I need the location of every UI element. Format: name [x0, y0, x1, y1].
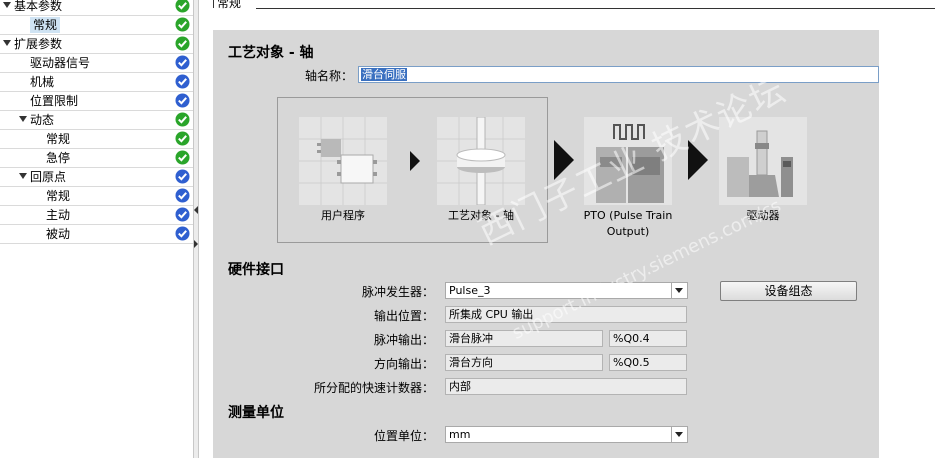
- direction-output-field: 滑台方向: [445, 354, 603, 371]
- section-divider: [256, 8, 935, 9]
- position-unit-label: 位置单位：: [373, 429, 434, 443]
- diagram-caption: 驱动器: [746, 209, 780, 222]
- position-unit-select[interactable]: mm: [445, 426, 688, 443]
- check-status-icon: [175, 169, 190, 184]
- tree-item-label: 回原点: [30, 170, 67, 184]
- pulse-generator-label: 脉冲发生器：: [361, 285, 434, 299]
- direction-output-address: %Q0.5: [609, 354, 687, 371]
- position-unit-value: mm: [449, 428, 471, 441]
- hardware-heading: 硬件接口: [228, 262, 284, 278]
- diagram-caption: 工艺对象 - 轴: [448, 209, 514, 222]
- check-status-icon: [175, 55, 190, 70]
- check-status-icon: [175, 150, 190, 165]
- tree-item[interactable]: 急停: [0, 149, 193, 168]
- tree-item-label: 常规: [46, 132, 71, 146]
- section-title: 常规: [215, 0, 244, 11]
- chevron-down-icon[interactable]: [671, 283, 687, 298]
- settings-panel: 工艺对象 - 轴 轴名称： 滑台伺服 用户程序 工艺对象 - 轴 PTO (Pu…: [213, 30, 879, 458]
- expand-right-icon[interactable]: [194, 240, 198, 248]
- axis-name-value: 滑台伺服: [361, 68, 407, 81]
- expand-arrow-icon[interactable]: [19, 173, 27, 179]
- pulse-output-label: 脉冲输出：: [373, 333, 434, 347]
- arrow-right-icon: [688, 140, 708, 180]
- tree-item[interactable]: 被动: [0, 225, 193, 244]
- chevron-down-icon[interactable]: [671, 427, 687, 442]
- tree-item-label: 机械: [30, 75, 55, 89]
- tree-item-label: 位置限制: [30, 94, 79, 108]
- tree-item[interactable]: 常规: [0, 130, 193, 149]
- check-status-icon: [175, 17, 190, 32]
- expand-arrow-icon[interactable]: [3, 2, 11, 8]
- check-status-icon: [175, 226, 190, 241]
- parameter-tree: 基本参数 常规 扩展参数 驱动器信号 机械 位置限制 动态 常规 急停 回原点 常规 主动 被动: [0, 0, 193, 458]
- expand-arrow-icon[interactable]: [3, 40, 11, 46]
- collapse-left-icon[interactable]: [194, 206, 198, 214]
- tree-item[interactable]: 常规: [0, 16, 193, 35]
- pulse-output-field: 滑台脉冲: [445, 330, 603, 347]
- tree-item[interactable]: 驱动器信号: [0, 54, 193, 73]
- tree-item[interactable]: 回原点: [0, 168, 193, 187]
- content-area: 常规 工艺对象 - 轴 轴名称： 滑台伺服 用户程序 工艺对象 - 轴 PTO …: [199, 0, 935, 458]
- drive-icon: [719, 117, 807, 205]
- fast-counter-label: 所分配的快速计数器：: [313, 381, 434, 395]
- axis-name-input[interactable]: 滑台伺服: [358, 66, 879, 83]
- section-divider: [213, 0, 214, 8]
- tree-item[interactable]: 动态: [0, 111, 193, 130]
- arrow-right-icon: [554, 140, 574, 180]
- tree-item[interactable]: 常规: [0, 187, 193, 206]
- tech-object-heading: 工艺对象 - 轴: [228, 45, 314, 61]
- tree-item-label: 常规: [30, 17, 61, 33]
- check-status-icon: [175, 93, 190, 108]
- tree-item-label: 基本参数: [14, 0, 63, 13]
- direction-output-label: 方向输出：: [373, 357, 434, 371]
- device-config-button[interactable]: 设备组态: [720, 281, 857, 301]
- check-status-icon: [175, 0, 190, 13]
- tree-item-label: 急停: [46, 151, 71, 165]
- tree-item[interactable]: 主动: [0, 206, 193, 225]
- check-status-icon: [175, 188, 190, 203]
- diagram-caption: PTO (Pulse Train Output): [583, 209, 673, 238]
- check-status-icon: [175, 112, 190, 127]
- units-heading: 测量单位: [228, 405, 284, 421]
- pto-module-icon: [584, 117, 672, 205]
- tree-item-label: 被动: [46, 227, 71, 241]
- tree-item-label: 常规: [46, 189, 71, 203]
- check-status-icon: [175, 74, 190, 89]
- check-status-icon: [175, 36, 190, 51]
- diagram-caption: 用户程序: [321, 209, 365, 222]
- pulse-generator-value: Pulse_3: [449, 284, 491, 297]
- tree-item[interactable]: 机械: [0, 73, 193, 92]
- pulse-generator-select[interactable]: Pulse_3: [445, 282, 688, 299]
- expand-arrow-icon[interactable]: [19, 116, 27, 122]
- user-program-icon: [299, 117, 387, 205]
- fast-counter-field: 内部: [445, 378, 687, 395]
- tree-item[interactable]: 扩展参数: [0, 35, 193, 54]
- tree-item[interactable]: 基本参数: [0, 0, 193, 16]
- output-location-field: 所集成 CPU 输出: [445, 306, 687, 323]
- tree-item-label: 动态: [30, 113, 55, 127]
- check-status-icon: [175, 207, 190, 222]
- tree-item-label: 扩展参数: [14, 37, 63, 51]
- tree-item[interactable]: 位置限制: [0, 92, 193, 111]
- output-location-label: 输出位置：: [373, 309, 434, 323]
- axis-name-label: 轴名称：: [304, 69, 353, 83]
- axis-object-icon: [437, 116, 525, 206]
- tree-item-label: 主动: [46, 208, 71, 222]
- arrow-right-icon: [410, 151, 420, 171]
- tree-item-label: 驱动器信号: [30, 56, 91, 70]
- pulse-output-address: %Q0.4: [609, 330, 687, 347]
- check-status-icon: [175, 131, 190, 146]
